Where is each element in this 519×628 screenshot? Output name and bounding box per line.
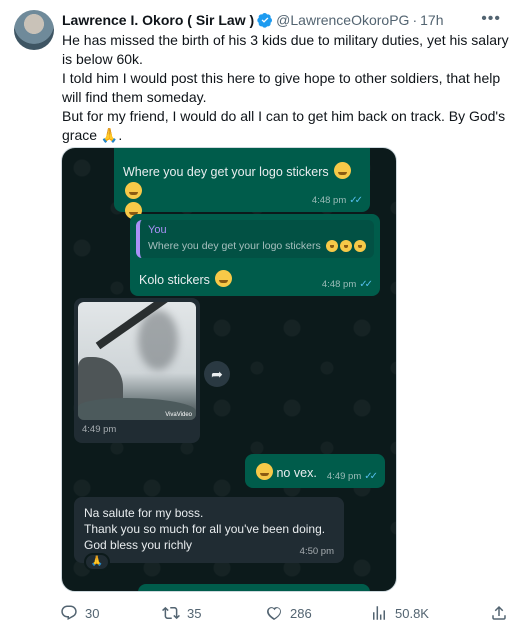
repost-icon [162, 606, 180, 620]
views-bar-chart-icon [373, 606, 385, 620]
views-button[interactable]: 50.8K [370, 601, 429, 625]
separator-dot: · [412, 12, 418, 28]
like-count: 286 [290, 605, 312, 621]
tweet-paragraph: But for my friend, I would do all I can … [62, 108, 506, 143]
more-options-icon[interactable]: ••• [481, 10, 501, 28]
message-time: 4:49 pm [326, 471, 362, 482]
laughing-emoji-icon [125, 182, 142, 199]
message-line: God bless you richly [84, 538, 193, 552]
message-time: 4:48 pm [321, 279, 357, 290]
chat-image-message: VivaVideo 4:49 pm [74, 298, 200, 443]
share-icon [492, 605, 506, 620]
reply-button[interactable]: 30 [60, 601, 99, 625]
quote-author: You [148, 224, 167, 236]
message-meta: 4:50 pm [300, 546, 334, 557]
tweet-text: He has missed the birth of his 3 kids du… [62, 31, 512, 145]
tweet-paragraph: I told him I would post this here to giv… [62, 70, 501, 105]
share-button[interactable] [490, 601, 508, 625]
message-text: no vex. [276, 466, 317, 480]
laughing-emoji-icon [325, 240, 338, 252]
message-line: Na salute for my boss. [84, 506, 204, 520]
chat-message-reply: You Where you dey get your logo stickers… [130, 214, 380, 296]
tweet-header: Lawrence I. Okoro ( Sir Law ) @LawrenceO… [62, 10, 509, 30]
laughing-emoji-icon [215, 270, 233, 287]
unamused-emoji-icon [256, 463, 273, 480]
laughing-emoji-icon [353, 240, 366, 252]
tweet-timestamp[interactable]: 17h [420, 12, 443, 28]
message-line: Thank you so much for all you've been do… [84, 522, 326, 536]
view-count: 50.8K [395, 605, 429, 621]
reply-count: 30 [85, 605, 100, 621]
message-meta: 4:48 pm ✓✓ [321, 279, 373, 290]
repost-count: 35 [187, 605, 202, 621]
message-meta: 4:48 pm ✓✓ [311, 195, 363, 206]
message-text: Kolo stickers [139, 273, 210, 287]
verified-badge-icon [257, 13, 273, 28]
heart-icon [267, 607, 281, 621]
author-avatar[interactable] [14, 10, 54, 50]
author-handle[interactable]: @LawrenceOkoroPG [276, 12, 409, 28]
like-button[interactable]: 286 [265, 601, 312, 625]
forward-icon: ➦ [204, 361, 230, 387]
tweet-paragraph: He has missed the birth of his 3 kids du… [62, 32, 509, 67]
quoted-message: You Where you dey get your logo stickers [136, 220, 374, 258]
message-time: 4:50 pm [299, 546, 334, 557]
tweet-media-screenshot[interactable]: Where you dey get your logo stickers 4:4… [61, 147, 397, 592]
chat-message-partial [138, 584, 370, 591]
laughing-emoji-icon [334, 162, 352, 179]
read-ticks-icon: ✓✓ [349, 195, 363, 206]
author-name[interactable]: Lawrence I. Okoro ( Sir Law ) [62, 12, 254, 28]
read-ticks-icon: ✓✓ [359, 279, 373, 290]
chat-message-outgoing: Where you dey get your logo stickers 4:4… [114, 148, 370, 219]
video-watermark: VivaVideo [165, 412, 192, 418]
tweet-actions-bar: 30 35 286 50.8K [60, 601, 510, 625]
quote-text: Where you dey get your logo stickers [148, 240, 366, 252]
message-meta: 4:49 pm ✓✓ [326, 471, 378, 482]
repost-button[interactable]: 35 [162, 601, 201, 625]
message-meta: 4:49 pm [82, 424, 116, 435]
read-ticks-icon: ✓✓ [364, 471, 378, 482]
laughing-emoji-icon [339, 240, 352, 252]
chat-message-incoming: Na salute for my boss. Thank you so much… [74, 497, 344, 563]
chat-message-outgoing: no vex. 4:49 pm ✓✓ [245, 454, 385, 488]
soldier-photo: VivaVideo [78, 302, 196, 420]
message-time: 4:48 pm [311, 195, 347, 206]
message-text: Where you dey get your logo stickers [123, 165, 329, 179]
reaction-badge: 🙏 [84, 553, 110, 571]
reply-icon [61, 605, 77, 621]
message-time: 4:49 pm [82, 424, 117, 435]
